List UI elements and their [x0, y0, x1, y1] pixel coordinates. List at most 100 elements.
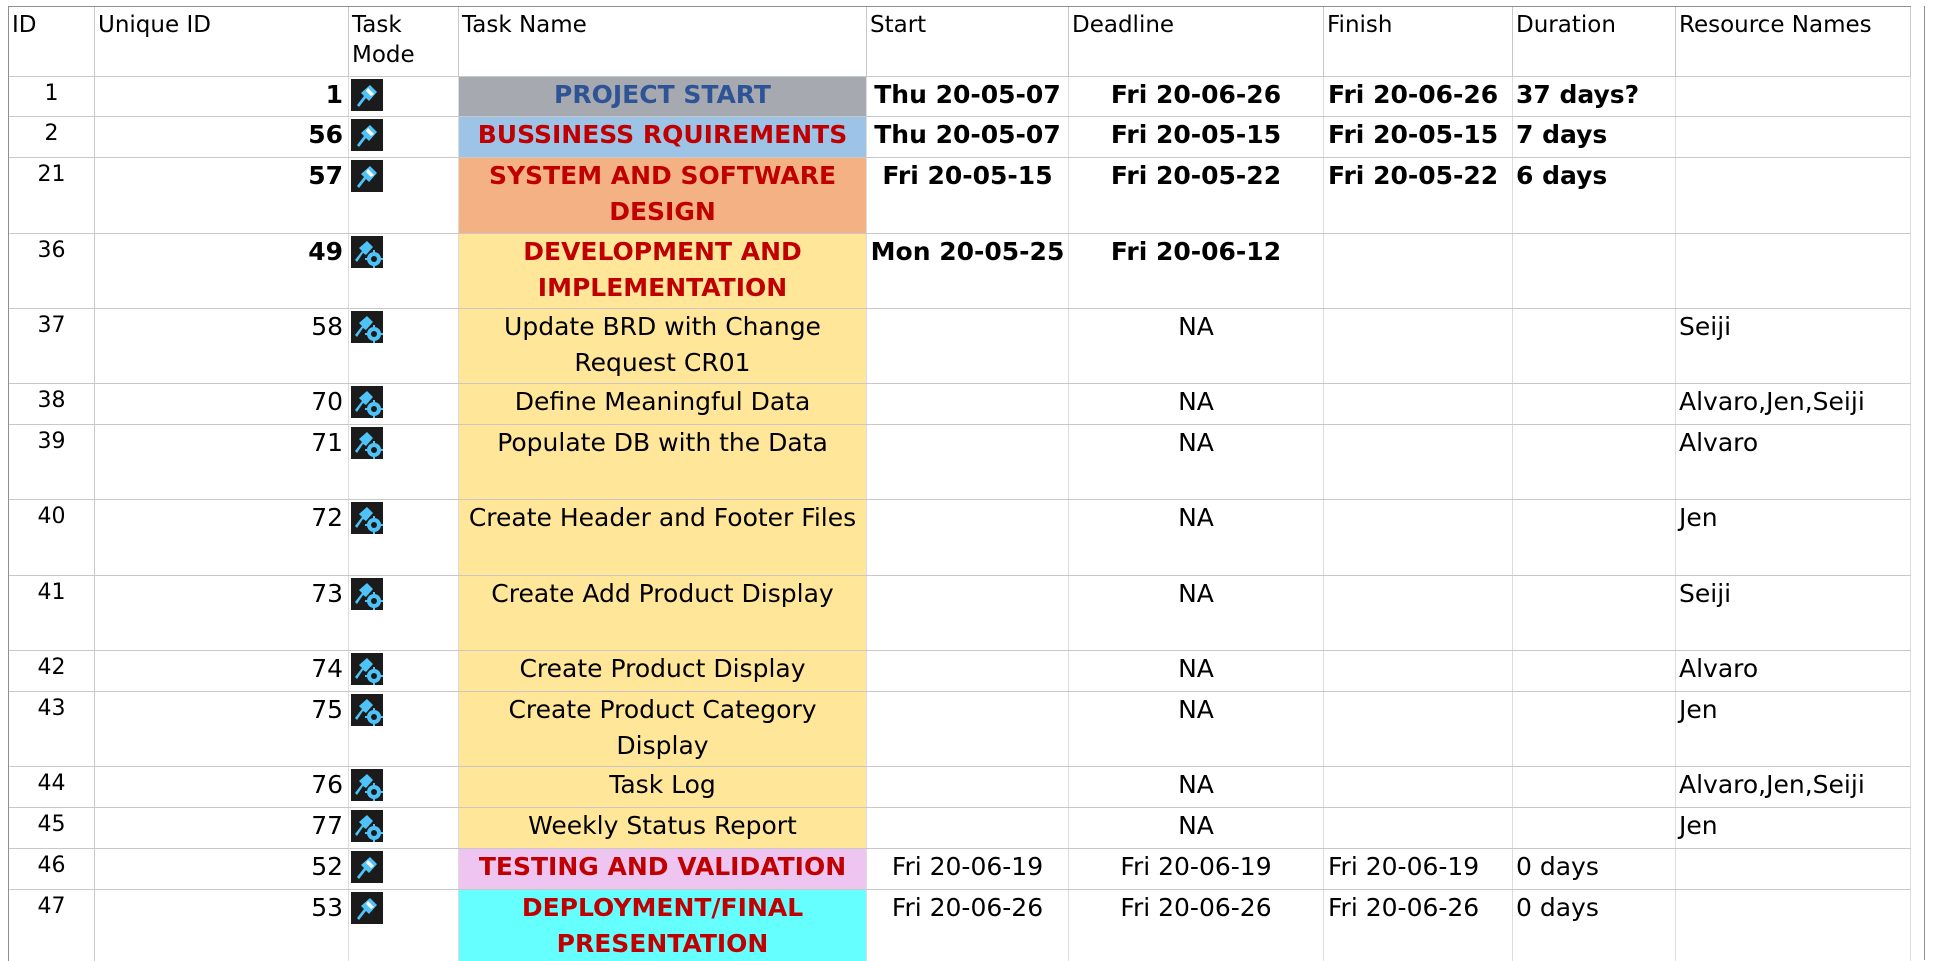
- cell-uid[interactable]: 52: [95, 849, 349, 889]
- cell-resources[interactable]: [1676, 158, 1911, 233]
- cell-duration[interactable]: [1513, 384, 1676, 424]
- cell-name[interactable]: PROJECT START: [459, 77, 867, 116]
- cell-resources[interactable]: Seiji: [1676, 576, 1911, 650]
- cell-duration[interactable]: [1513, 767, 1676, 807]
- cell-resources[interactable]: Alvaro,Jen,Seiji: [1676, 767, 1911, 807]
- header-deadline[interactable]: Deadline: [1069, 7, 1324, 76]
- cell-finish[interactable]: Fri 20-05-22: [1324, 158, 1513, 233]
- cell-deadline[interactable]: NA: [1069, 576, 1324, 650]
- table-row[interactable]: 36 49 DEVELOPMENT AND IMPLEMENTATION Mon 20…: [9, 233, 1911, 308]
- cell-uid[interactable]: 76: [95, 767, 349, 807]
- table-row[interactable]: 47 53 DEPLOYMENT/FINAL PRESENTATION Fri 20-…: [9, 889, 1911, 961]
- cell-uid[interactable]: 74: [95, 651, 349, 691]
- cell-duration[interactable]: 37 days?: [1513, 77, 1676, 116]
- cell-name[interactable]: Update BRD with Change Request CR01: [459, 309, 867, 383]
- cell-finish[interactable]: Fri 20-05-15: [1324, 117, 1513, 157]
- table-row[interactable]: 2 56 BUSSINESS RQUIREMENTS Thu 20-05-07 Fri …: [9, 116, 1911, 157]
- cell-duration[interactable]: 6 days: [1513, 158, 1676, 233]
- table-row[interactable]: 41 73 Create Add Product Display NA Seiji: [9, 575, 1911, 650]
- cell-finish[interactable]: Fri 20-06-26: [1324, 890, 1513, 961]
- cell-deadline[interactable]: Fri 20-06-26: [1069, 890, 1324, 961]
- cell-deadline[interactable]: Fri 20-06-26: [1069, 77, 1324, 116]
- task-mode-cell[interactable]: [349, 849, 459, 889]
- cell-duration[interactable]: [1513, 808, 1676, 848]
- cell-uid[interactable]: 72: [95, 500, 349, 575]
- header-task-mode[interactable]: Task Mode: [349, 7, 459, 76]
- cell-uid[interactable]: 56: [95, 117, 349, 157]
- cell-uid[interactable]: 70: [95, 384, 349, 424]
- cell-finish[interactable]: [1324, 692, 1513, 766]
- cell-name[interactable]: Populate DB with the Data: [459, 425, 867, 499]
- header-unique-id[interactable]: Unique ID: [95, 7, 349, 76]
- cell-finish[interactable]: [1324, 576, 1513, 650]
- cell-finish[interactable]: [1324, 309, 1513, 383]
- cell-start[interactable]: Mon 20-05-25: [867, 234, 1069, 308]
- cell-start[interactable]: Thu 20-05-07: [867, 77, 1069, 116]
- cell-resources[interactable]: [1676, 849, 1911, 889]
- table-row[interactable]: 39 71 Populate DB with the Data NA Alvaro: [9, 424, 1911, 499]
- cell-deadline[interactable]: NA: [1069, 500, 1324, 575]
- cell-finish[interactable]: [1324, 808, 1513, 848]
- cell-finish[interactable]: [1324, 234, 1513, 308]
- cell-duration[interactable]: [1513, 692, 1676, 766]
- table-row[interactable]: 37 58 Update BRD with Change Request CR01 N…: [9, 308, 1911, 383]
- cell-resources[interactable]: [1676, 890, 1911, 961]
- cell-uid[interactable]: 71: [95, 425, 349, 499]
- cell-name[interactable]: Create Product Category Display: [459, 692, 867, 766]
- cell-deadline[interactable]: NA: [1069, 425, 1324, 499]
- cell-uid[interactable]: 53: [95, 890, 349, 961]
- cell-start[interactable]: Fri 20-06-19: [867, 849, 1069, 889]
- cell-finish[interactable]: [1324, 425, 1513, 499]
- cell-start[interactable]: [867, 767, 1069, 807]
- header-id[interactable]: ID: [9, 7, 95, 76]
- cell-deadline[interactable]: Fri 20-05-22: [1069, 158, 1324, 233]
- table-row[interactable]: 1 1 PROJECT START Thu 20-05-07 Fri 20-06-26 F…: [9, 76, 1911, 116]
- cell-name[interactable]: Create Add Product Display: [459, 576, 867, 650]
- cell-resources[interactable]: Jen: [1676, 692, 1911, 766]
- task-mode-cell[interactable]: [349, 425, 459, 499]
- cell-resources[interactable]: Jen: [1676, 500, 1911, 575]
- cell-name[interactable]: DEPLOYMENT/FINAL PRESENTATION: [459, 890, 867, 961]
- cell-duration[interactable]: 0 days: [1513, 849, 1676, 889]
- cell-deadline[interactable]: Fri 20-05-15: [1069, 117, 1324, 157]
- cell-resources[interactable]: [1676, 117, 1911, 157]
- cell-duration[interactable]: [1513, 500, 1676, 575]
- cell-name[interactable]: Task Log: [459, 767, 867, 807]
- table-row[interactable]: 44 76 Task Log NA Alvaro,Jen,Seiji: [9, 766, 1911, 807]
- cell-finish[interactable]: [1324, 767, 1513, 807]
- table-row[interactable]: 43 75 Create Product Category Display NA Jen: [9, 691, 1911, 766]
- cell-deadline[interactable]: NA: [1069, 309, 1324, 383]
- cell-start[interactable]: [867, 425, 1069, 499]
- cell-deadline[interactable]: NA: [1069, 767, 1324, 807]
- cell-deadline[interactable]: NA: [1069, 384, 1324, 424]
- cell-resources[interactable]: Jen: [1676, 808, 1911, 848]
- header-duration[interactable]: Duration: [1513, 7, 1676, 76]
- cell-deadline[interactable]: Fri 20-06-19: [1069, 849, 1324, 889]
- task-mode-cell[interactable]: [349, 500, 459, 575]
- cell-start[interactable]: [867, 651, 1069, 691]
- task-mode-cell[interactable]: [349, 309, 459, 383]
- header-task-name[interactable]: Task Name: [459, 7, 867, 76]
- cell-resources[interactable]: [1676, 234, 1911, 308]
- table-row[interactable]: 42 74 Create Product Display NA Alvaro: [9, 650, 1911, 691]
- cell-duration[interactable]: [1513, 309, 1676, 383]
- cell-resources[interactable]: Alvaro,Jen,Seiji: [1676, 384, 1911, 424]
- cell-start[interactable]: [867, 576, 1069, 650]
- cell-finish[interactable]: Fri 20-06-19: [1324, 849, 1513, 889]
- cell-start[interactable]: [867, 384, 1069, 424]
- task-mode-cell[interactable]: [349, 651, 459, 691]
- cell-name[interactable]: Weekly Status Report: [459, 808, 867, 848]
- cell-name[interactable]: SYSTEM AND SOFTWARE DESIGN: [459, 158, 867, 233]
- cell-duration[interactable]: 0 days: [1513, 890, 1676, 961]
- cell-duration[interactable]: [1513, 234, 1676, 308]
- cell-name[interactable]: BUSSINESS RQUIREMENTS: [459, 117, 867, 157]
- cell-name[interactable]: Create Product Display: [459, 651, 867, 691]
- cell-start[interactable]: [867, 500, 1069, 575]
- table-row[interactable]: 38 70 Define Meaningful Data NA Alvaro,Jen,S…: [9, 383, 1911, 424]
- task-mode-cell[interactable]: [349, 158, 459, 233]
- cell-resources[interactable]: Alvaro: [1676, 425, 1911, 499]
- cell-name[interactable]: DEVELOPMENT AND IMPLEMENTATION: [459, 234, 867, 308]
- cell-name[interactable]: TESTING AND VALIDATION: [459, 849, 867, 889]
- header-start[interactable]: Start: [867, 7, 1069, 76]
- task-mode-cell[interactable]: [349, 576, 459, 650]
